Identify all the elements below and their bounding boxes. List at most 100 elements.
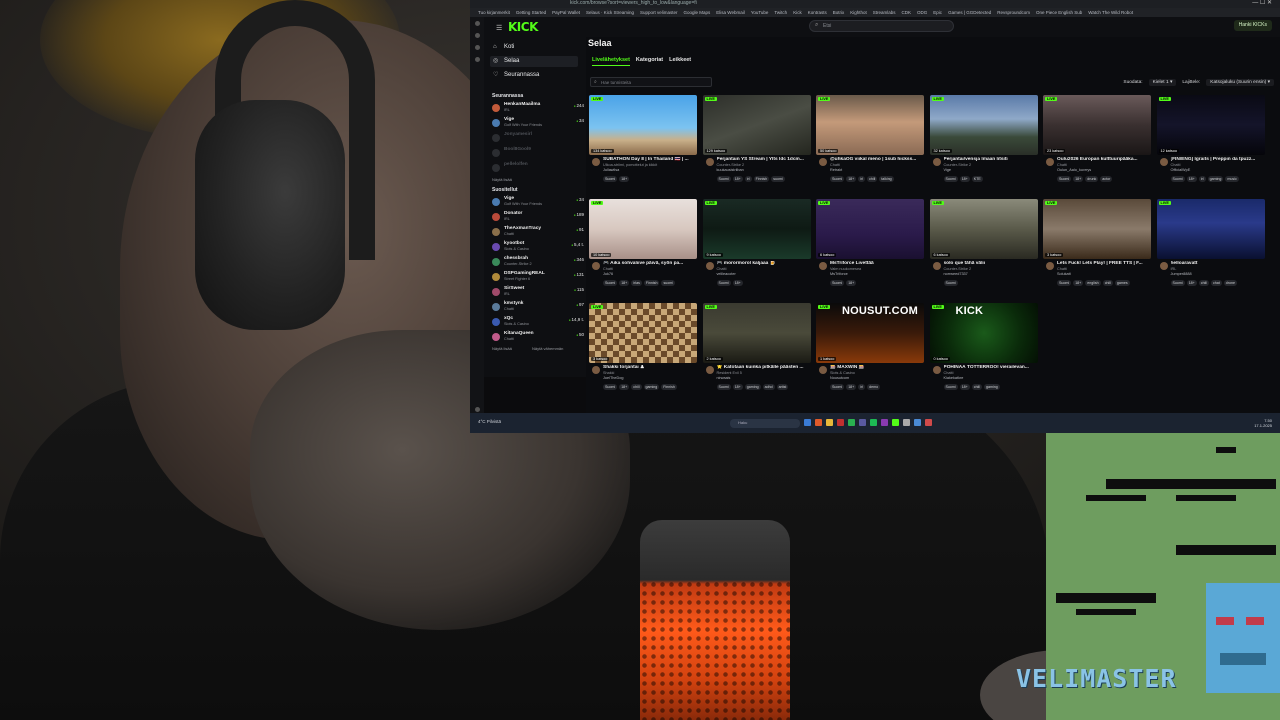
channel-item[interactable]: DSPGamingREALStreet Fighter 6 131 — [492, 271, 584, 285]
tag-chip[interactable]: chill — [1102, 280, 1113, 286]
tag-chip[interactable]: Suomi — [830, 280, 845, 286]
tab-1[interactable]: Kategoriat — [636, 57, 663, 66]
stream-title[interactable]: solo que tähä välii — [944, 261, 1038, 266]
tag-chip[interactable]: gaming — [744, 384, 761, 390]
channel-item[interactable]: Jonyamesirl — [492, 132, 584, 146]
stream-card[interactable]: LIVE 9 katsoo 🎮 morormorol kaljaaa 🍺 Chatti… — [702, 199, 811, 295]
tag-chip[interactable]: 18+ — [732, 280, 743, 286]
tag-chip[interactable]: Finnish — [661, 384, 677, 390]
tag-chip[interactable]: Suomi — [716, 280, 731, 286]
stream-thumbnail[interactable]: LIVE 50 katsoo — [816, 95, 924, 155]
channel-item[interactable]: chessbrahCounter-Strike 2 346 — [492, 256, 584, 270]
stream-card[interactable]: LIVE 129 katsoo Perjantain YS Stream | Ylt… — [702, 95, 811, 191]
tag-chip[interactable]: Suomi — [603, 176, 618, 182]
stream-title[interactable]: ⭐ Katotaan kuinka pitkälle päästen ... — [717, 365, 811, 370]
tag-chip[interactable]: 18+ — [1073, 176, 1084, 182]
stream-category[interactable]: Counter-Strike 2 — [944, 267, 972, 271]
nav-item-koti[interactable]: ⌂ Koti — [490, 42, 578, 53]
channel-item[interactable]: VigeGolf With Your Friends 34 — [492, 117, 584, 131]
bookmark-link[interactable]: One Piece English Sub — [1036, 10, 1082, 15]
channel-item[interactable]: DonatorIRL 189 — [492, 211, 584, 225]
tag-chip[interactable]: drone — [1223, 280, 1237, 286]
stream-category[interactable]: Valm nuukomesea — [830, 267, 861, 271]
stream-thumbnail[interactable]: LIVE 3 katsoo — [1043, 199, 1151, 259]
rail-icon[interactable] — [475, 57, 480, 62]
stream-category[interactable]: IRL — [1171, 267, 1177, 271]
tag-chip[interactable]: gaming — [1207, 176, 1224, 182]
tag-chip[interactable]: suomi — [661, 280, 676, 286]
stream-thumbnail[interactable]: LIVE 134 katsoo — [589, 95, 697, 155]
stream-card[interactable]: LIVE 1 katsoo NOUSUT.COM 🎰 MAXWIN 🎰 Slots & … — [816, 303, 924, 399]
tag-chip[interactable]: 18+ — [732, 176, 743, 182]
show-less-link[interactable]: Näytä vähemmän — [532, 346, 563, 351]
stream-card[interactable]: LIVE 23 katsoo Oulu2026 Europan kulttuurip… — [1043, 95, 1151, 191]
stream-thumbnail[interactable]: LIVE 12 katsoo — [1156, 95, 1265, 155]
stream-title[interactable]: 🎮 Aika sohvaliive päivä, syön pa... — [603, 261, 697, 266]
channel-name[interactable]: nirwaais — [717, 376, 731, 380]
stream-title[interactable]: Oulu2026 Europan kulttuuripääka... — [1057, 157, 1151, 162]
bookmark-link[interactable]: ODG — [917, 10, 927, 15]
tag-chip[interactable]: suomi — [771, 176, 785, 182]
tag-chip[interactable]: 18+ — [846, 280, 857, 286]
stream-card[interactable]: LIVE 6 katsoo MsTriforce Livettää Valm nuuk… — [816, 199, 924, 295]
show-more-link[interactable]: Näytä lisää — [492, 177, 512, 182]
stream-thumbnail[interactable]: LIVE 1 katsoo NOUSUT.COM — [816, 303, 924, 363]
channel-name[interactable]: Kiakekatkre — [944, 376, 964, 380]
app-icon[interactable] — [815, 419, 822, 426]
app-icon[interactable] — [903, 419, 910, 426]
bookmark-link[interactable]: Getting Started — [516, 10, 546, 15]
tag-chip[interactable]: chill — [971, 384, 982, 390]
tag-chip[interactable]: irl — [744, 176, 752, 182]
channel-name[interactable]: Oulun_Aalo_kuvrrys — [1057, 168, 1091, 172]
tag-chip[interactable]: music — [1225, 176, 1239, 182]
tag-chip[interactable]: 18+ — [1186, 176, 1197, 182]
tag-chip[interactable]: Suomi — [830, 176, 845, 182]
tab-2[interactable]: Leikkeet — [669, 57, 691, 66]
stream-card[interactable]: LIVE 2 katsoo ⭐ Katotaan kuinka pitkälle p… — [702, 303, 811, 399]
stream-title[interactable]: @uhkaOG viikal meno | 1sub hickss... — [830, 157, 924, 162]
rail-icon[interactable] — [475, 21, 480, 26]
tag-chip[interactable]: Suomi — [943, 176, 958, 182]
app-icon[interactable] — [870, 419, 877, 426]
channel-name[interactable]: Retrakt — [830, 168, 842, 172]
channel-item[interactable]: KitanaQueenChatti 50 — [492, 331, 584, 345]
stream-thumbnail[interactable]: LIVE — [1156, 199, 1265, 259]
stream-thumbnail[interactable]: LIVE 23 katsoo — [1043, 95, 1151, 155]
tag-chip[interactable]: games — [1114, 280, 1130, 286]
channel-item[interactable]: TheAxmanTracyChatti 91 — [492, 226, 584, 240]
tag-chip[interactable]: KTE — [971, 176, 983, 182]
channel-name[interactable]: norrweed7337 — [944, 272, 968, 276]
stream-category[interactable]: Resident Evil 5 — [717, 371, 742, 375]
tag-chip[interactable]: Finnish — [753, 176, 770, 182]
tag-chip[interactable]: english — [1085, 280, 1101, 286]
tag-chip[interactable]: Suomi — [716, 176, 731, 182]
tag-chip[interactable]: Suomi — [1057, 280, 1072, 286]
stream-title[interactable]: [FIN/ENG] Igraits | Preppin da tpuzz... — [1171, 157, 1265, 162]
bookmark-link[interactable]: Elisa Webmail — [716, 10, 744, 15]
window-controls[interactable]: — ☐ ✕ — [1252, 0, 1272, 7]
tag-chip[interactable]: irlas — [631, 280, 642, 286]
taskbar-search[interactable]: Haku — [730, 419, 800, 428]
stream-card[interactable]: LIVE 0 katsoo KICK PÖHINÄÄ TÖTTERRÖÖ! viera… — [929, 303, 1038, 399]
address-bar[interactable]: kick.com/browse?sort=viewers_high_to_low… — [570, 0, 697, 7]
menu-icon[interactable]: ☰ — [496, 24, 502, 32]
stream-category[interactable]: Chatti — [717, 267, 727, 271]
nav-item-seurannassa[interactable]: ♡ Seurannassa — [490, 70, 578, 81]
bookmark-link[interactable]: Streamlabs — [873, 10, 896, 15]
tag-chip[interactable]: 18+ — [959, 384, 970, 390]
channel-item[interactable]: SirSweetIRL 115 — [492, 286, 584, 300]
tag-chip[interactable]: 18+ — [619, 384, 630, 390]
stream-thumbnail[interactable]: LIVE 9 katsoo — [702, 199, 811, 259]
channel-name[interactable]: Jumper8888 — [1171, 272, 1192, 276]
bookmark-link[interactable]: PayPal Wallet — [552, 10, 580, 15]
app-icon[interactable] — [892, 419, 899, 426]
channel-name[interactable]: Solukatt — [1057, 272, 1071, 276]
channel-name[interactable]: Nousutcom — [830, 376, 849, 380]
stream-category[interactable]: Chatti — [1171, 163, 1181, 167]
tag-chip[interactable]: chill — [1198, 280, 1209, 286]
channel-item[interactable]: Bool8Gool9 — [492, 147, 584, 161]
tag-chip[interactable]: 18+ — [619, 280, 630, 286]
get-kicks-button[interactable]: Hanki KICKs — [1233, 20, 1272, 31]
stream-card[interactable]: LIVE 6 katsoo solo que tähä välii Counter-S… — [929, 199, 1038, 295]
channel-name[interactable]: MsTriforce — [830, 272, 848, 276]
